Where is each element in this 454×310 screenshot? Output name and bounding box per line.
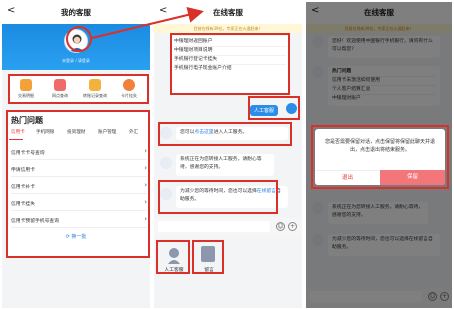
arrow-line (91, 7, 204, 39)
flow-arrow (91, 7, 204, 39)
